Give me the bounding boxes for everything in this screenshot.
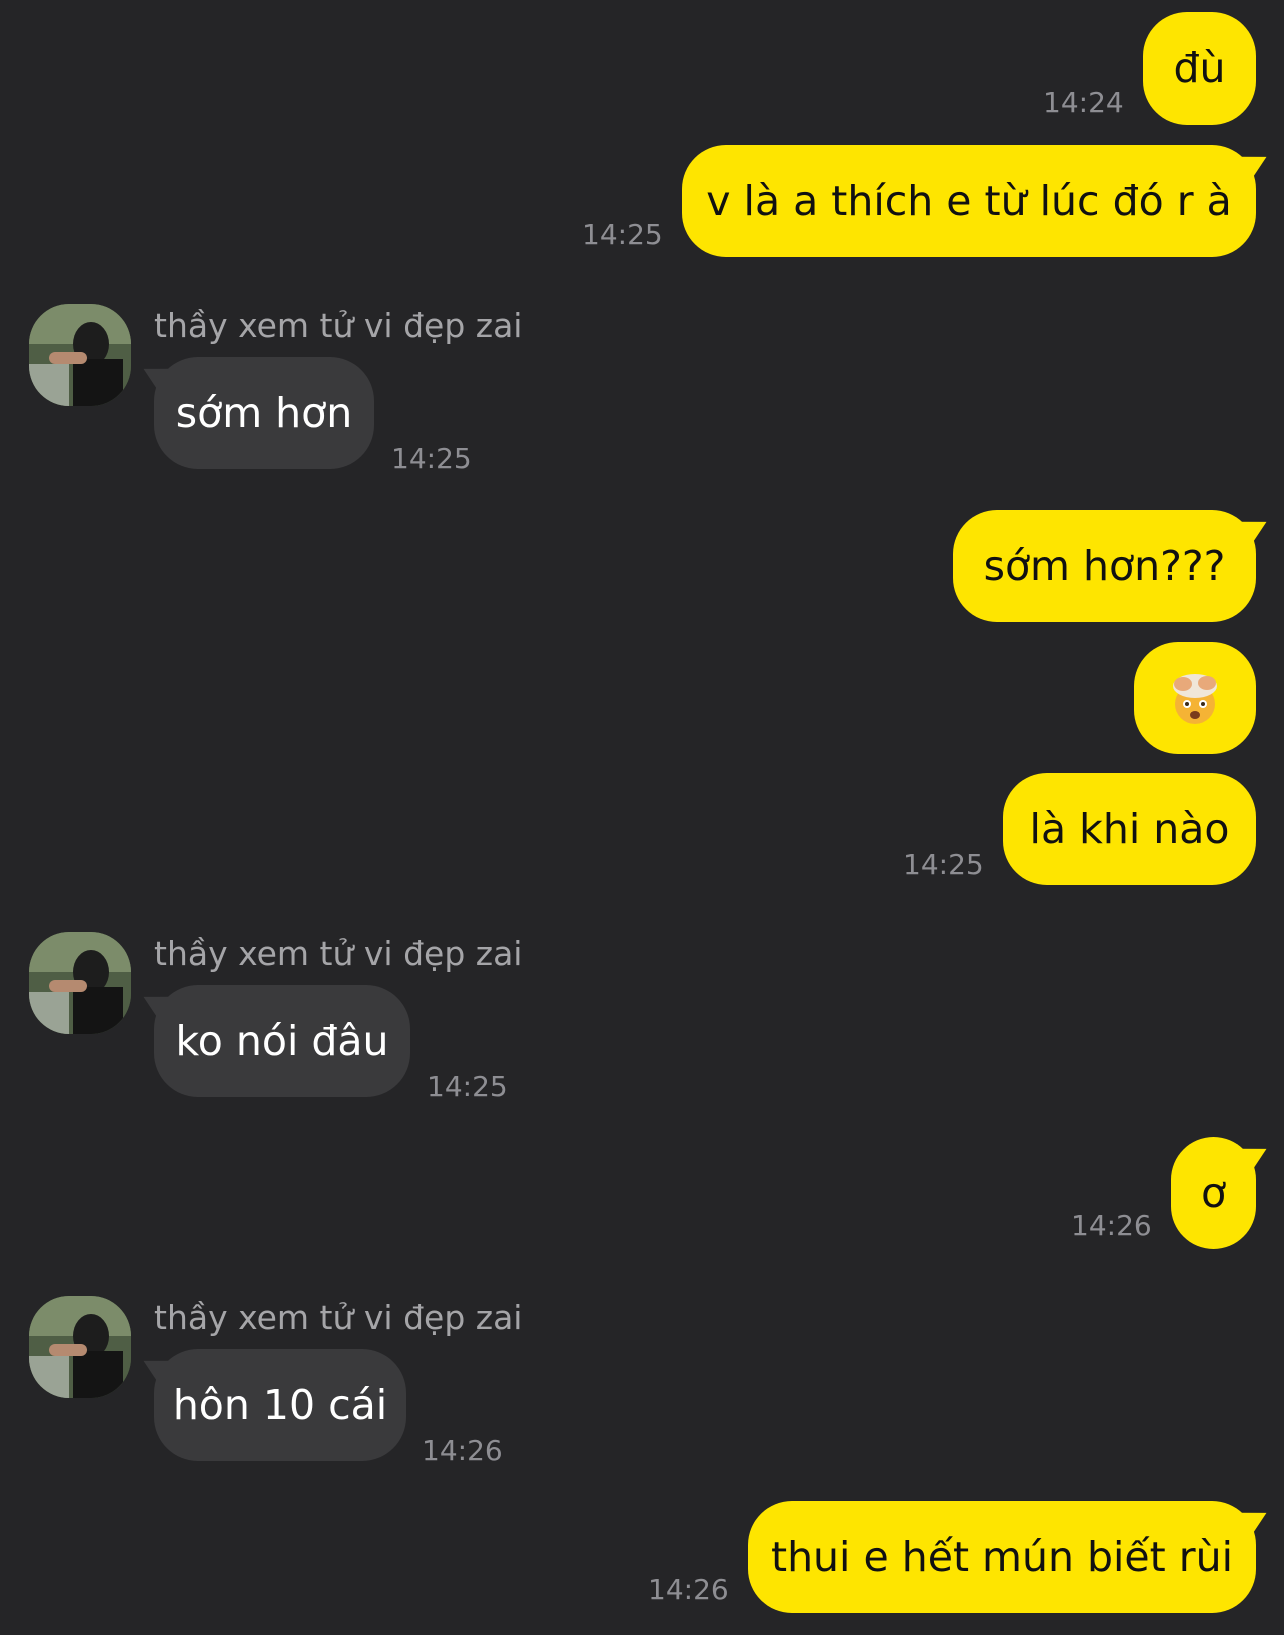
message-text: đù bbox=[1173, 44, 1226, 92]
contact-avatar[interactable] bbox=[29, 1296, 131, 1398]
sender-name: thầy xem tử vi đẹp zai bbox=[154, 934, 523, 973]
outgoing-message[interactable]: ơ bbox=[1171, 1137, 1256, 1249]
sender-name: thầy xem tử vi đẹp zai bbox=[154, 306, 523, 345]
message-text: thui e hết mún biết rùi bbox=[771, 1532, 1233, 1581]
message-text: là khi nào bbox=[1029, 804, 1230, 853]
message-text: sớm hơn??? bbox=[983, 541, 1226, 590]
message-text: hôn 10 cái bbox=[172, 1380, 388, 1429]
message-timestamp: 14:24 bbox=[1043, 86, 1124, 119]
avatar-photo bbox=[29, 1296, 131, 1398]
message-timestamp: 14:25 bbox=[582, 218, 663, 251]
outgoing-message[interactable]: thui e hết mún biết rùi bbox=[748, 1501, 1256, 1613]
avatar-photo bbox=[29, 304, 131, 406]
chat-thread[interactable]: 14:24 đù 14:25 v là a thích e từ lúc đó … bbox=[0, 0, 1284, 1635]
message-timestamp: 14:26 bbox=[1071, 1209, 1152, 1242]
message-timestamp: 14:25 bbox=[903, 848, 984, 881]
message-timestamp: 14:25 bbox=[427, 1070, 508, 1103]
incoming-message[interactable]: ko nói đâu bbox=[154, 985, 410, 1097]
incoming-message[interactable]: sớm hơn bbox=[154, 357, 374, 469]
incoming-message[interactable]: hôn 10 cái bbox=[154, 1349, 406, 1461]
message-timestamp: 14:25 bbox=[391, 442, 472, 475]
message-text: ko nói đâu bbox=[175, 1016, 389, 1065]
message-timestamp: 14:26 bbox=[422, 1434, 503, 1467]
message-text: v là a thích e từ lúc đó r à bbox=[706, 176, 1232, 225]
outgoing-message[interactable]: là khi nào bbox=[1003, 773, 1256, 885]
message-timestamp: 14:26 bbox=[648, 1573, 729, 1606]
outgoing-message[interactable]: sớm hơn??? bbox=[953, 510, 1256, 622]
message-text: sớm hơn bbox=[175, 388, 353, 437]
avatar-photo bbox=[29, 932, 131, 1034]
message-text: ơ bbox=[1200, 1168, 1227, 1217]
outgoing-message[interactable]: đù bbox=[1143, 12, 1256, 125]
outgoing-message[interactable]: v là a thích e từ lúc đó r à bbox=[682, 145, 1256, 257]
exploding-head-icon bbox=[1173, 674, 1217, 724]
outgoing-message[interactable] bbox=[1134, 642, 1256, 754]
contact-avatar[interactable] bbox=[29, 304, 131, 406]
contact-avatar[interactable] bbox=[29, 932, 131, 1034]
sender-name: thầy xem tử vi đẹp zai bbox=[154, 1298, 523, 1337]
